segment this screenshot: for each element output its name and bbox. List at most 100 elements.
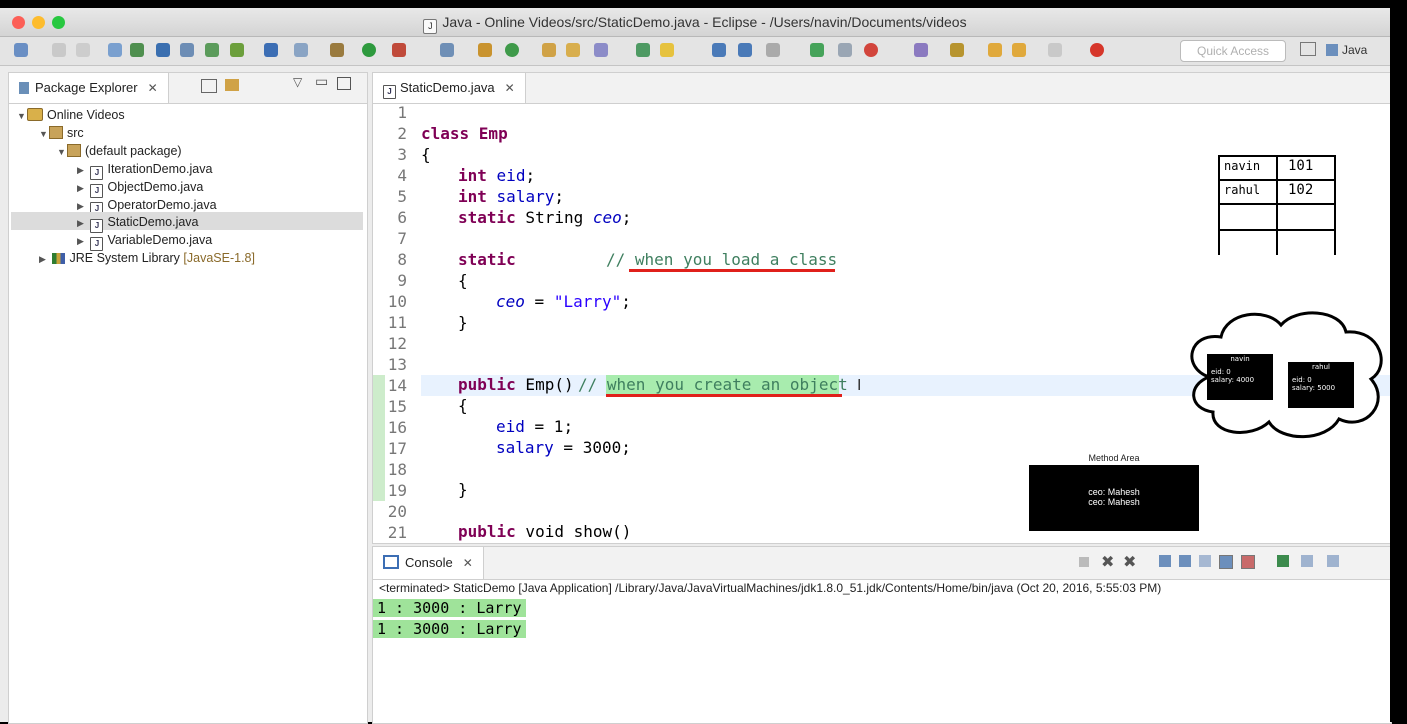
minimize-view-icon[interactable]: ▭ [315, 73, 328, 90]
collapsed-triangle-icon[interactable]: ▶ [77, 214, 87, 232]
forward-icon[interactable] [1012, 43, 1026, 57]
tree-src[interactable]: ▼ src [39, 124, 84, 142]
open-console-icon[interactable] [1327, 555, 1339, 567]
navigate-next-icon[interactable] [1048, 43, 1062, 57]
open-perspective-icon[interactable] [1300, 42, 1316, 56]
method-area-line: ceo: Mahesh [1088, 487, 1140, 497]
collapsed-triangle-icon[interactable]: ▶ [39, 250, 49, 268]
terminate-icon[interactable] [864, 43, 878, 57]
table-left-border [1218, 155, 1220, 255]
tree-file-item-selected[interactable]: ▶ J StaticDemo.java [77, 213, 199, 233]
editor-tab-staticdemo[interactable]: J StaticDemo.java ✕ [373, 73, 526, 103]
heap-object-eid: eid: 0 [1211, 368, 1231, 376]
scroll-lock-icon[interactable] [1179, 555, 1191, 567]
text-cursor-icon: I [857, 377, 862, 394]
toggle-block-icon[interactable] [712, 43, 726, 57]
back-icon[interactable] [988, 43, 1002, 57]
code-editor[interactable]: J StaticDemo.java ✕ 1 2 3 4 5 6 7 8 9 10 11 12 13 14 15 1… [372, 72, 1392, 544]
search-icon[interactable] [440, 43, 454, 57]
code-static-field: ceo [592, 208, 622, 227]
display-console-icon[interactable] [1301, 555, 1313, 567]
heap-object-name: navin [1230, 355, 1250, 363]
skip-breakpoints-icon[interactable] [294, 43, 308, 57]
new-package-icon[interactable] [230, 43, 244, 57]
clear-console-icon[interactable] [1159, 555, 1171, 567]
debug-icon[interactable] [330, 43, 344, 57]
link-with-editor-icon[interactable] [225, 79, 239, 91]
tree-file-item[interactable]: ▶ J IterationDemo.java [77, 160, 212, 180]
step-over-icon[interactable] [950, 43, 964, 57]
tree-file-item[interactable]: ▶ J ObjectDemo.java [77, 178, 203, 198]
open-type-icon[interactable] [542, 43, 556, 57]
run-external-tools-icon[interactable] [392, 43, 406, 57]
close-tab-icon[interactable]: ✕ [463, 556, 473, 570]
heap-object-salary: salary: 4000 [1211, 376, 1255, 384]
editor-tab-label: StaticDemo.java [400, 80, 495, 95]
save-icon[interactable] [52, 43, 66, 57]
tree-file-item[interactable]: ▶ J VariableDemo.java [77, 231, 212, 251]
expanded-triangle-icon[interactable]: ▼ [39, 125, 49, 143]
tree-project[interactable]: ▼ Online Videos [17, 106, 125, 124]
src-label: src [67, 126, 84, 140]
collapse-all-icon[interactable] [201, 79, 217, 93]
loading-icon [1090, 43, 1104, 57]
javadoc-icon[interactable] [156, 43, 170, 57]
edit-icon[interactable] [594, 43, 608, 57]
file-label: OperatorDemo.java [107, 198, 217, 212]
hierarchy-icon[interactable] [130, 43, 144, 57]
new-class-icon[interactable] [478, 43, 492, 57]
expanded-triangle-icon[interactable]: ▼ [57, 143, 67, 161]
method-area-box: ceo: Mahesh ceo: Mahesh [1029, 465, 1199, 531]
code-text: } [458, 480, 468, 499]
close-tab-icon[interactable]: ✕ [148, 81, 158, 95]
terminate-console-icon[interactable] [1079, 557, 1089, 567]
java-file-icon: J [423, 19, 438, 34]
refresh-icon[interactable] [505, 43, 519, 57]
open-folder-icon[interactable] [566, 43, 580, 57]
show-whitespace-icon[interactable] [738, 43, 752, 57]
tree-default-package[interactable]: ▼ (default package) [57, 142, 182, 160]
code-comment-line: // when you load a class [606, 250, 837, 269]
show-on-output-icon[interactable] [1219, 555, 1233, 569]
line-number: 17 [387, 439, 407, 458]
collapsed-triangle-icon[interactable]: ▶ [77, 161, 87, 179]
console-tab[interactable]: Console ✕ [373, 547, 484, 579]
tree-jre-library[interactable]: ▶ JRE System Library [JavaSE-1.8] [39, 249, 255, 267]
run-icon[interactable] [362, 43, 376, 57]
suspend-icon[interactable] [838, 43, 852, 57]
view-menu-icon[interactable]: ▽ [293, 75, 302, 89]
remove-all-launches-icon[interactable]: ✖ [1123, 552, 1136, 572]
close-tab-icon[interactable]: ✕ [505, 81, 515, 95]
window-title: J Java - Online Videos/src/StaticDemo.jav… [0, 14, 1390, 34]
new-java-project-icon[interactable] [205, 43, 219, 57]
build-icon[interactable] [108, 43, 122, 57]
step-into-icon[interactable] [914, 43, 928, 57]
code-line: static String ceo; [458, 208, 631, 227]
print-icon[interactable] [76, 43, 90, 57]
pin-console-icon[interactable] [1277, 555, 1289, 567]
collapsed-triangle-icon[interactable]: ▶ [77, 179, 87, 197]
java-perspective-icon [1326, 44, 1338, 56]
annotate-icon[interactable] [660, 43, 674, 57]
line-number: 18 [387, 460, 407, 479]
outline-icon[interactable] [180, 43, 194, 57]
code-field: salary [496, 438, 554, 457]
code-text: ; [621, 208, 632, 227]
quick-access-input[interactable]: Quick Access [1180, 40, 1286, 62]
perspective-java-button[interactable]: Java [1300, 40, 1367, 60]
line-number: 16 [387, 418, 407, 437]
line-number: 5 [397, 187, 407, 206]
remove-launch-icon[interactable]: ✖ [1101, 552, 1114, 572]
pin-icon[interactable] [636, 43, 650, 57]
resume-icon[interactable] [810, 43, 824, 57]
package-explorer-tab[interactable]: Package Explorer ✕ [9, 73, 169, 103]
terminal-icon[interactable] [264, 43, 278, 57]
line-number: 21 [387, 523, 407, 542]
expanded-triangle-icon[interactable]: ▼ [17, 107, 27, 125]
next-annotation-icon[interactable] [766, 43, 780, 57]
maximize-view-icon[interactable] [337, 77, 351, 90]
new-icon[interactable] [14, 43, 28, 57]
word-wrap-icon[interactable] [1199, 555, 1211, 567]
collapsed-triangle-icon[interactable]: ▶ [77, 232, 87, 250]
show-on-error-icon[interactable] [1241, 555, 1255, 569]
